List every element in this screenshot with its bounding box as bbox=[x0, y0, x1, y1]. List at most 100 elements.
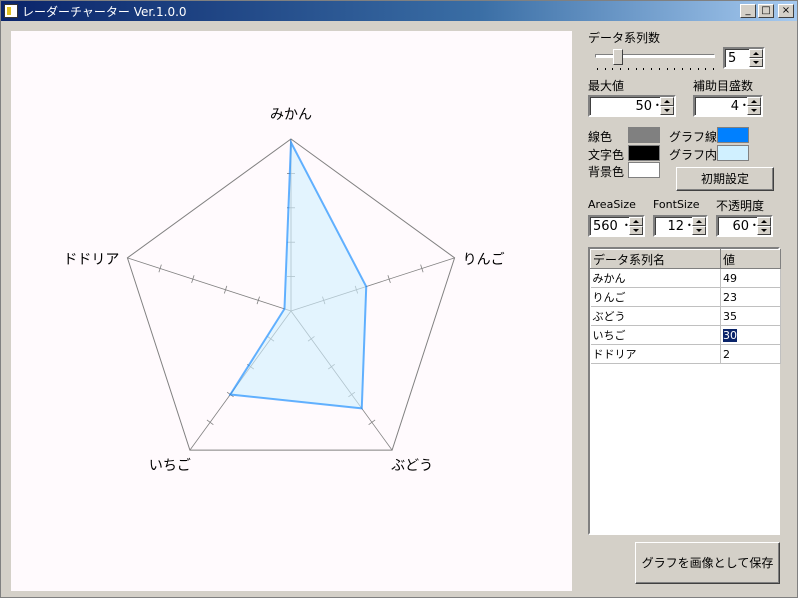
cell-name[interactable]: りんご bbox=[590, 287, 721, 307]
slider-tick bbox=[643, 68, 645, 70]
window-controls: _ □ × bbox=[740, 4, 794, 18]
spin-down-arrow-icon[interactable] bbox=[660, 106, 674, 115]
opacity-input[interactable]: 60 bbox=[718, 219, 752, 234]
spin-down-arrow-icon[interactable] bbox=[749, 58, 763, 67]
column-header-value[interactable]: 値 bbox=[720, 249, 781, 269]
slider-tick bbox=[635, 68, 637, 70]
table-row[interactable]: ぶどう 35 bbox=[590, 306, 781, 326]
spin-dot-icon: • bbox=[655, 101, 660, 110]
table-row[interactable]: みかん 49 bbox=[590, 268, 781, 288]
graph-fill-label: グラフ内 bbox=[669, 148, 718, 162]
max-value-spinner[interactable]: 50 • bbox=[588, 95, 676, 117]
max-value-label: 最大値 bbox=[588, 79, 625, 93]
cell-name[interactable]: みかん bbox=[590, 268, 721, 288]
cell-value[interactable]: 23 bbox=[720, 287, 781, 307]
line-color-swatch[interactable] bbox=[628, 127, 660, 143]
data-grid[interactable]: データ系列名 値 みかん 49 りんご 23 ぶどう 35 いちご 30 ドドリ… bbox=[588, 247, 781, 535]
radar-tick bbox=[368, 419, 376, 425]
bg-color-swatch[interactable] bbox=[628, 162, 660, 178]
opacity-spinner[interactable]: 60 • bbox=[716, 215, 773, 237]
slider-tick bbox=[658, 68, 660, 70]
table-row[interactable]: いちご 30 bbox=[590, 325, 781, 345]
text-color-swatch[interactable] bbox=[628, 145, 660, 161]
title-bar[interactable]: レーダーチャーター Ver.1.0.0 _ □ × bbox=[1, 1, 797, 21]
save-image-button[interactable]: グラフを画像として保存 bbox=[635, 542, 780, 584]
slider-tick bbox=[666, 68, 668, 70]
slider-tick bbox=[597, 68, 598, 70]
spin-down-arrow-icon[interactable] bbox=[629, 226, 643, 235]
slider-ticks bbox=[597, 68, 714, 71]
opacity-label: 不透明度 bbox=[716, 199, 765, 213]
close-button[interactable]: × bbox=[778, 4, 794, 18]
spin-up-arrow-icon[interactable] bbox=[629, 217, 643, 226]
column-header-name[interactable]: データ系列名 bbox=[590, 249, 721, 269]
spin-up-arrow-icon[interactable] bbox=[747, 97, 761, 106]
cell-name[interactable]: ぶどう bbox=[590, 306, 721, 326]
window-title: レーダーチャーター Ver.1.0.0 bbox=[22, 4, 187, 19]
line-color-label: 線色 bbox=[588, 130, 613, 144]
table-row[interactable]: りんご 23 bbox=[590, 287, 781, 307]
slider-tick bbox=[604, 68, 606, 70]
maximize-button[interactable]: □ bbox=[758, 4, 774, 18]
radar-spoke bbox=[127, 257, 292, 312]
series-count-slider[interactable] bbox=[593, 49, 717, 71]
graph-fill-color-swatch[interactable] bbox=[717, 145, 749, 161]
max-value-input[interactable]: 50 bbox=[590, 99, 655, 114]
series-count-label: データ系列数 bbox=[588, 31, 661, 45]
slider-tick bbox=[682, 68, 684, 70]
slider-tick bbox=[627, 68, 629, 70]
radar-chart-area: みかんりんごぶどう いちご ドドリア bbox=[11, 31, 572, 591]
slider-tick bbox=[674, 68, 676, 70]
slider-tick bbox=[651, 68, 653, 70]
selected-cell-text[interactable]: 30 bbox=[723, 328, 737, 342]
font-size-label: FontSize bbox=[653, 198, 700, 211]
area-size-input[interactable]: 560 bbox=[590, 219, 624, 234]
slider-tick bbox=[689, 68, 691, 70]
slider-tick bbox=[612, 68, 614, 70]
sub-ticks-input[interactable]: 4 bbox=[695, 99, 742, 114]
cell-value[interactable]: 2 bbox=[720, 344, 781, 364]
spin-up-arrow-icon[interactable] bbox=[660, 97, 674, 106]
sub-ticks-label: 補助目盛数 bbox=[693, 79, 754, 93]
font-size-input[interactable]: 12 bbox=[655, 219, 687, 234]
radar-axis-label: みかん bbox=[270, 107, 312, 123]
slider-tick bbox=[713, 68, 714, 70]
spin-down-arrow-icon[interactable] bbox=[692, 226, 706, 235]
cell-value[interactable]: 49 bbox=[720, 268, 781, 288]
minimize-button[interactable]: _ bbox=[740, 4, 756, 18]
radar-tick bbox=[206, 419, 214, 425]
spin-down-arrow-icon[interactable] bbox=[757, 226, 771, 235]
area-size-spinner[interactable]: 560 • bbox=[588, 215, 645, 237]
series-count-value[interactable]: 5 bbox=[725, 51, 749, 66]
spin-down-arrow-icon[interactable] bbox=[747, 106, 761, 115]
slider-tick bbox=[697, 68, 699, 70]
app-window: レーダーチャーター Ver.1.0.0 _ □ × みかん りんご ぶどう いちご ドド… bbox=[0, 0, 798, 598]
radar-axis-label: ぶどう bbox=[391, 458, 433, 474]
text-color-label: 文字色 bbox=[588, 148, 625, 162]
table-row[interactable]: ドドリア 2 bbox=[590, 344, 781, 364]
spin-dot-icon: • bbox=[742, 101, 747, 110]
slider-thumb[interactable] bbox=[612, 49, 623, 65]
cell-name[interactable]: いちご bbox=[590, 325, 721, 345]
spin-up-arrow-icon[interactable] bbox=[757, 217, 771, 226]
series-count-spinner[interactable]: 5 bbox=[723, 47, 765, 69]
radar-chart: みかんりんごぶどう いちご ドドリア bbox=[63, 107, 505, 474]
cell-value-selected[interactable]: 30 bbox=[720, 325, 781, 345]
spin-up-arrow-icon[interactable] bbox=[749, 49, 763, 58]
cell-name[interactable]: ドドリア bbox=[590, 344, 721, 364]
app-icon bbox=[4, 4, 18, 18]
spin-dot-icon: • bbox=[624, 221, 629, 230]
font-size-spinner[interactable]: 12 • bbox=[653, 215, 708, 237]
slider-tick bbox=[620, 68, 622, 70]
radar-axis-label: ドドリア bbox=[63, 252, 119, 268]
slider-tick bbox=[705, 68, 707, 70]
radar-axis-label: いちご bbox=[149, 458, 191, 474]
radar-data-polygon bbox=[228, 138, 368, 410]
spin-up-arrow-icon[interactable] bbox=[692, 217, 706, 226]
graph-line-color-swatch[interactable] bbox=[717, 127, 749, 143]
reset-button[interactable]: 初期設定 bbox=[676, 167, 774, 191]
spin-dot-icon: • bbox=[752, 221, 757, 230]
sub-ticks-spinner[interactable]: 4 • bbox=[693, 95, 763, 117]
cell-value[interactable]: 35 bbox=[720, 306, 781, 326]
radar-axis-label: りんご bbox=[463, 252, 505, 268]
